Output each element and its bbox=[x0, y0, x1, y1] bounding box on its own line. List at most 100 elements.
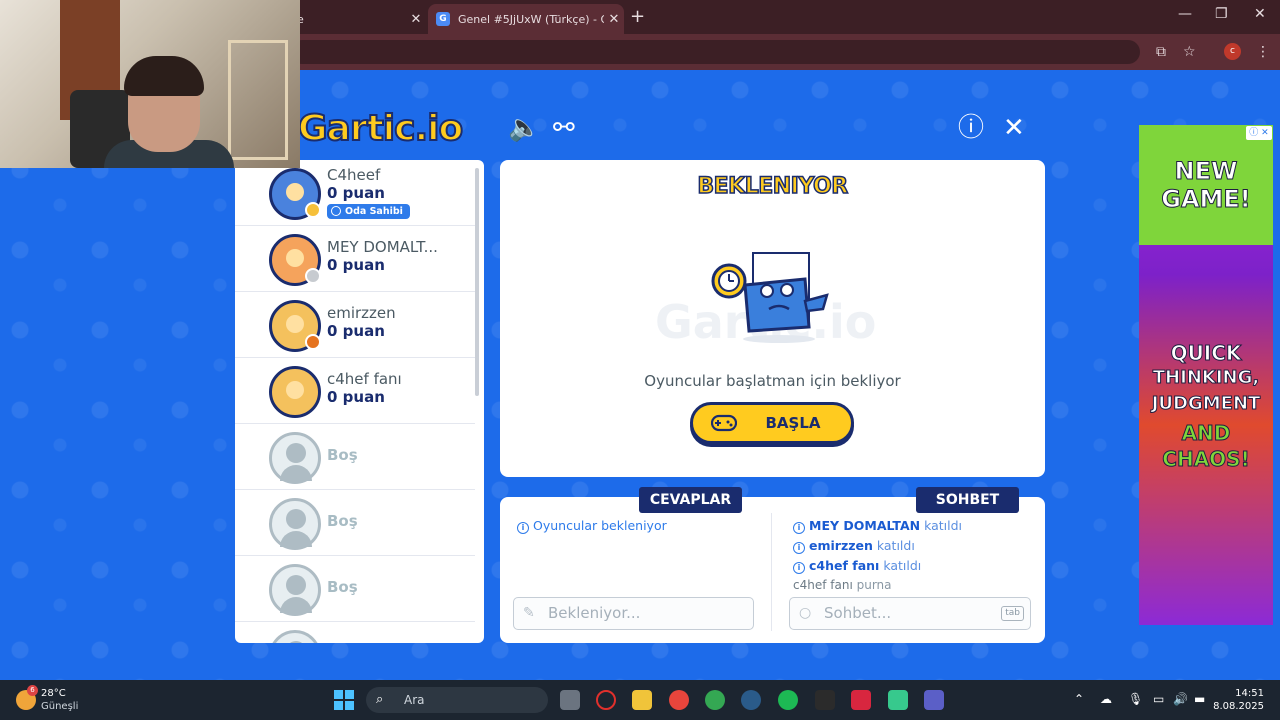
ad-text: THINKING, bbox=[1152, 367, 1260, 388]
search-icon: ○ bbox=[799, 605, 812, 621]
status-badge bbox=[305, 268, 321, 284]
spotify-icon[interactable] bbox=[778, 690, 798, 710]
window-close-button[interactable]: ✕ bbox=[1254, 6, 1266, 22]
ad-text: GAME! bbox=[1161, 185, 1252, 213]
battery-icon[interactable]: ▬ bbox=[1194, 692, 1205, 706]
info-icon[interactable]: ⓘ bbox=[958, 115, 984, 141]
player-row[interactable]: emirzzen 0 puan bbox=[235, 292, 475, 358]
waiting-message: Oyuncular başlatman için bekliyor bbox=[644, 372, 901, 390]
info-icon: i bbox=[517, 522, 529, 534]
player-row[interactable]: MEY DOMALT... 0 puan bbox=[235, 226, 475, 292]
ad-text: NEW bbox=[1174, 157, 1238, 185]
weather-description[interactable]: Güneşli bbox=[41, 701, 78, 712]
chat-message: i MEY DOMALTAN katıldı bbox=[793, 518, 962, 534]
gamepad-icon bbox=[711, 414, 737, 432]
clock-time[interactable]: 14:51 bbox=[1218, 688, 1264, 699]
monitor-icon[interactable]: ▭ bbox=[1153, 692, 1164, 706]
maximize-button[interactable]: ❐ bbox=[1215, 6, 1228, 22]
epic-games-icon[interactable] bbox=[815, 690, 835, 710]
waiting-mascot-icon bbox=[711, 252, 829, 343]
file-explorer-icon[interactable] bbox=[632, 690, 652, 710]
teams-icon[interactable] bbox=[924, 690, 944, 710]
chat-input[interactable]: ○ Sohbet... tab bbox=[789, 597, 1031, 630]
empty-avatar-icon bbox=[269, 630, 321, 643]
chrome-profile-icon[interactable] bbox=[669, 690, 689, 710]
answer-input-placeholder: Bekleniyor... bbox=[548, 604, 641, 622]
player-name: C4heef bbox=[327, 166, 381, 184]
close-icon[interactable]: ✕ bbox=[604, 12, 624, 27]
avatar bbox=[269, 366, 321, 418]
chat-action: katıldı bbox=[883, 558, 922, 573]
waiting-panel: BEKLENIYOR Gartic.io Oyuncular başlatman… bbox=[500, 160, 1045, 477]
status-badge bbox=[305, 202, 321, 218]
info-icon: i bbox=[793, 522, 805, 534]
sound-icon[interactable]: 🔈 bbox=[508, 115, 540, 141]
tab-title: be bbox=[290, 13, 406, 26]
chat-action: katıldı bbox=[876, 538, 915, 553]
chat-text: purna bbox=[856, 578, 892, 592]
share-icon[interactable]: ⚯ bbox=[553, 115, 575, 141]
player-name: emirzzen bbox=[327, 304, 396, 322]
profile-avatar[interactable]: c bbox=[1224, 43, 1241, 60]
ad-text: JUDGMENT bbox=[1151, 393, 1261, 414]
taskbar-search[interactable]: ⌕ Ara bbox=[366, 687, 548, 713]
weather-temperature[interactable]: 28°C bbox=[41, 688, 66, 699]
info-icon: i bbox=[793, 542, 805, 554]
close-icon[interactable]: ✕ bbox=[1003, 115, 1025, 141]
ad-text: AND bbox=[1181, 421, 1231, 445]
answers-status-text: Oyuncular bekleniyor bbox=[533, 518, 667, 533]
install-app-icon[interactable]: ⧉ bbox=[1156, 44, 1166, 60]
steam-icon[interactable] bbox=[741, 690, 761, 710]
tab-chat[interactable]: SOHBET bbox=[916, 487, 1019, 513]
empty-slot: Boş bbox=[235, 490, 475, 556]
panel-divider bbox=[771, 513, 772, 631]
windows-start-icon[interactable] bbox=[334, 690, 354, 710]
app-icon[interactable] bbox=[888, 690, 908, 710]
bookmark-star-icon[interactable]: ☆ bbox=[1183, 44, 1196, 60]
empty-slot-label: Boş bbox=[327, 512, 358, 530]
browser-tab-inactive[interactable]: be ✕ bbox=[290, 4, 426, 34]
player-name: c4hef fanı bbox=[327, 370, 402, 388]
task-view-icon[interactable] bbox=[560, 690, 580, 710]
player-row[interactable]: C4heef 0 puan Oda Sahibi bbox=[235, 160, 475, 226]
address-bar[interactable] bbox=[290, 40, 1140, 64]
network-icon[interactable]: ☁ bbox=[1100, 692, 1112, 706]
chevron-up-icon[interactable]: ⌃ bbox=[1074, 692, 1084, 706]
empty-slot-label: Boş bbox=[327, 446, 358, 464]
game-launcher-icon[interactable] bbox=[851, 690, 871, 710]
empty-slot bbox=[235, 622, 475, 643]
answer-input[interactable]: ✎ Bekleniyor... bbox=[513, 597, 754, 630]
chat-message: i c4hef fanı katıldı bbox=[793, 558, 921, 574]
weather-badge: 6 bbox=[27, 685, 38, 696]
start-game-button[interactable]: BAŞLA bbox=[690, 402, 854, 444]
chrome-icon[interactable] bbox=[705, 690, 725, 710]
player-points: 0 puan bbox=[327, 322, 385, 340]
info-icon: i bbox=[793, 562, 805, 574]
tab-answers[interactable]: CEVAPLAR bbox=[639, 487, 742, 513]
player-list-scrollbar[interactable] bbox=[475, 168, 479, 396]
browser-tab-active[interactable]: G Genel #5JjUxW (Türkçe) - Gartic ✕ bbox=[428, 4, 624, 34]
player-points: 0 puan bbox=[327, 388, 385, 406]
player-name: MEY DOMALT... bbox=[327, 238, 438, 256]
browser-menu-icon[interactable]: ⋮ bbox=[1256, 44, 1270, 60]
answers-chat-panel: CEVAPLAR SOHBET i Oyuncular bekleniyor iM… bbox=[500, 487, 1045, 643]
webcam-shelf bbox=[228, 40, 288, 160]
advertisement[interactable]: NEW GAME! QUICK THINKING, JUDGMENT AND C… bbox=[1139, 125, 1273, 625]
webcam-person-hair bbox=[124, 56, 204, 96]
clock-date[interactable]: 8.08.2025 bbox=[1210, 701, 1264, 712]
status-badge bbox=[305, 334, 321, 350]
gartic-logo: Gartic.io bbox=[297, 107, 464, 150]
chat-message: c4hef fanı purna bbox=[793, 578, 892, 592]
ad-choices-icon[interactable]: ⓘ ✕ bbox=[1246, 126, 1272, 140]
microphone-icon[interactable]: 🎙 bbox=[1128, 692, 1143, 706]
tab-key-hint: tab bbox=[1001, 606, 1024, 621]
player-points: 0 puan bbox=[327, 256, 385, 274]
tab-title: Genel #5JjUxW (Türkçe) - Gartic bbox=[458, 12, 604, 26]
player-row[interactable]: c4hef fanı 0 puan bbox=[235, 358, 475, 424]
opera-icon[interactable] bbox=[596, 690, 616, 710]
close-icon[interactable]: ✕ bbox=[406, 12, 426, 27]
new-tab-button[interactable]: + bbox=[630, 6, 645, 27]
chat-user: c4hef fanı bbox=[793, 578, 853, 592]
minimize-button[interactable]: — bbox=[1178, 6, 1192, 22]
volume-icon[interactable]: 🔊 bbox=[1173, 692, 1188, 706]
